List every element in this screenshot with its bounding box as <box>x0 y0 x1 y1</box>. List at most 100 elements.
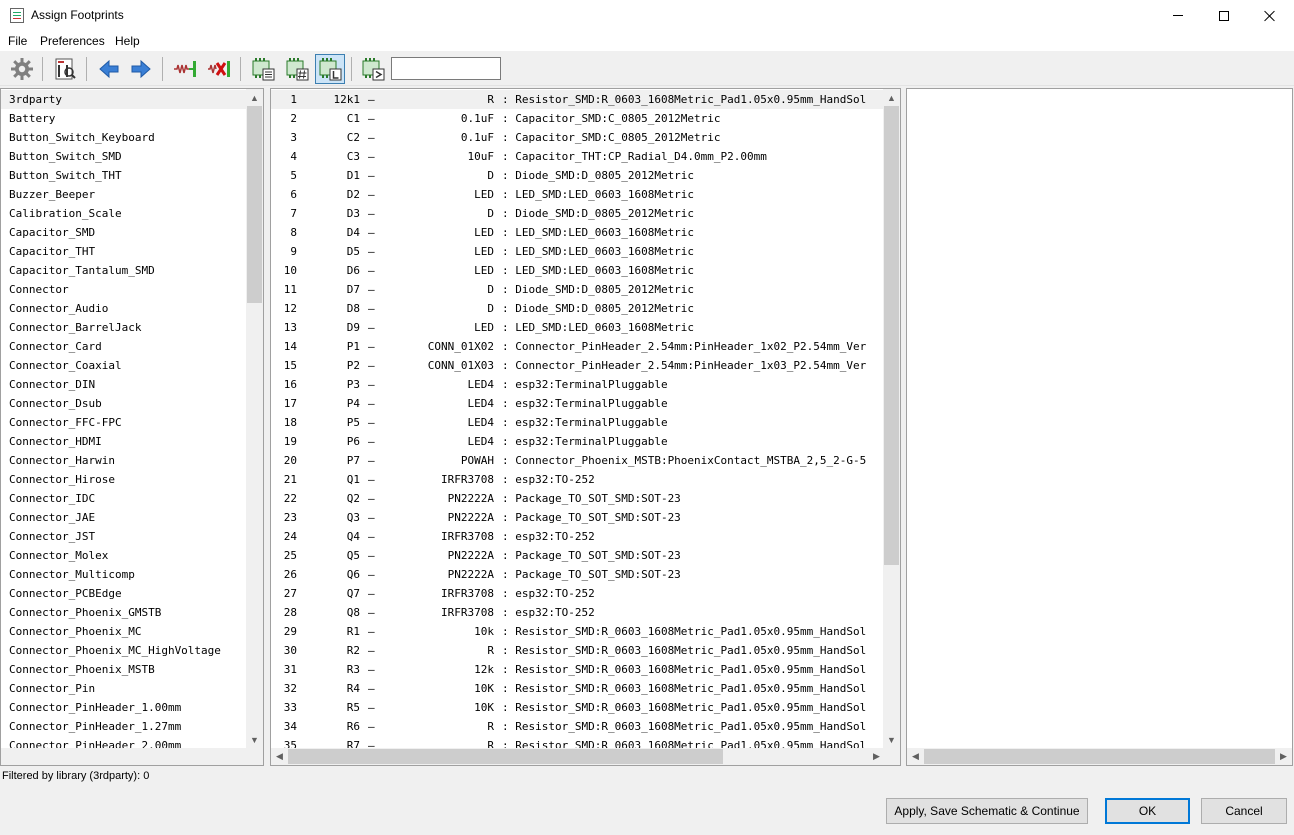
filter-by-keyword-icon[interactable] <box>248 54 278 84</box>
scroll-thumb[interactable] <box>884 106 899 565</box>
filter-by-pin-count-icon[interactable] <box>282 54 312 84</box>
apply-save-continue-button[interactable]: Apply, Save Schematic & Continue <box>886 798 1088 824</box>
library-item[interactable]: Connector_FFC-FPC <box>1 413 246 432</box>
library-item[interactable]: 3rdparty <box>1 90 246 109</box>
associate-icon[interactable] <box>170 54 200 84</box>
maximize-button[interactable] <box>1201 0 1247 31</box>
library-item[interactable]: Connector_Card <box>1 337 246 356</box>
component-row[interactable]: 18 P5– LED4: esp32:TerminalPluggable <box>271 413 883 432</box>
library-item[interactable]: Connector_DIN <box>1 375 246 394</box>
library-item[interactable]: Buzzer_Beeper <box>1 185 246 204</box>
library-item[interactable]: Connector_JST <box>1 527 246 546</box>
menu-file[interactable]: File <box>8 34 27 48</box>
menu-preferences[interactable]: Preferences <box>40 34 105 48</box>
component-row[interactable]: 30 R2– R: Resistor_SMD:R_0603_1608Metric_P… <box>271 641 883 660</box>
component-row[interactable]: 23 Q3– PN2222A: Package_TO_SOT_SMD:SOT-23 <box>271 508 883 527</box>
component-row[interactable]: 25 Q5– PN2222A: Package_TO_SOT_SMD:SOT-23 <box>271 546 883 565</box>
filter-by-text-icon[interactable] <box>358 54 388 84</box>
component-row[interactable]: 11 D7– D: Diode_SMD:D_0805_2012Metric <box>271 280 883 299</box>
component-row[interactable]: 3 C2– 0.1uF: Capacitor_SMD:C_0805_2012Metr… <box>271 128 883 147</box>
component-row[interactable]: 34 R6– R: Resistor_SMD:R_0603_1608Metric_P… <box>271 717 883 736</box>
previous-arrow-icon[interactable] <box>94 54 124 84</box>
library-list[interactable]: 3rdparty Battery Button_Switch_Keyboard But… <box>1 90 246 748</box>
library-item[interactable]: Connector_Harwin <box>1 451 246 470</box>
library-item[interactable]: Connector_Molex <box>1 546 246 565</box>
component-row[interactable]: 20 P7– POWAH: Connector_Phoenix_MSTB:Phoen… <box>271 451 883 470</box>
component-row[interactable]: 16 P3– LED4: esp32:TerminalPluggable <box>271 375 883 394</box>
library-item[interactable]: Battery <box>1 109 246 128</box>
minimize-button[interactable] <box>1155 0 1201 31</box>
cancel-button[interactable]: Cancel <box>1201 798 1287 824</box>
library-item[interactable]: Connector <box>1 280 246 299</box>
component-vertical-scrollbar[interactable]: ▲ ▼ <box>883 89 900 748</box>
library-item[interactable]: Connector_PCBEdge <box>1 584 246 603</box>
component-row[interactable]: 5 D1– D: Diode_SMD:D_0805_2012Metric <box>271 166 883 185</box>
library-vertical-scrollbar[interactable]: ▲ ▼ <box>246 89 263 748</box>
delete-associations-icon[interactable] <box>204 54 234 84</box>
library-item[interactable]: Capacitor_SMD <box>1 223 246 242</box>
library-item[interactable]: Button_Switch_Keyboard <box>1 128 246 147</box>
component-row[interactable]: 13 D9– LED: LED_SMD:LED_0603_1608Metric <box>271 318 883 337</box>
library-item[interactable]: Connector_Phoenix_MC_HighVoltage <box>1 641 246 660</box>
component-row[interactable]: 24 Q4– IRFR3708: esp32:TO-252 <box>271 527 883 546</box>
scroll-down-icon[interactable]: ▼ <box>883 731 900 748</box>
component-row[interactable]: 31 R3– 12k: Resistor_SMD:R_0603_1608Metric… <box>271 660 883 679</box>
component-row[interactable]: 21 Q1– IRFR3708: esp32:TO-252 <box>271 470 883 489</box>
library-item[interactable]: Connector_IDC <box>1 489 246 508</box>
datasheet-view-icon[interactable] <box>50 54 80 84</box>
library-item[interactable]: Capacitor_THT <box>1 242 246 261</box>
filter-text-input[interactable] <box>391 57 501 80</box>
library-item[interactable]: Connector_Multicomp <box>1 565 246 584</box>
library-item[interactable]: Connector_Coaxial <box>1 356 246 375</box>
component-row[interactable]: 33 R5– 10K: Resistor_SMD:R_0603_1608Metric… <box>271 698 883 717</box>
scroll-right-icon[interactable]: ▶ <box>1275 748 1292 765</box>
component-row[interactable]: 29 R1– 10k: Resistor_SMD:R_0603_1608Metric… <box>271 622 883 641</box>
component-row[interactable]: 4 C3– 10uF: Capacitor_THT:CP_Radial_D4.0mm… <box>271 147 883 166</box>
component-row[interactable]: 9 D5– LED: LED_SMD:LED_0603_1608Metric <box>271 242 883 261</box>
library-item[interactable]: Connector_BarrelJack <box>1 318 246 337</box>
component-row[interactable]: 27 Q7– IRFR3708: esp32:TO-252 <box>271 584 883 603</box>
next-arrow-icon[interactable] <box>126 54 156 84</box>
scroll-left-icon[interactable]: ◀ <box>271 748 288 765</box>
scroll-up-icon[interactable]: ▲ <box>883 89 900 106</box>
component-row[interactable]: 28 Q8– IRFR3708: esp32:TO-252 <box>271 603 883 622</box>
menu-help[interactable]: Help <box>115 34 140 48</box>
component-row[interactable]: 6 D2– LED: LED_SMD:LED_0603_1608Metric <box>271 185 883 204</box>
library-item[interactable]: Button_Switch_SMD <box>1 147 246 166</box>
library-item[interactable]: Connector_HDMI <box>1 432 246 451</box>
library-item[interactable]: Connector_Phoenix_MSTB <box>1 660 246 679</box>
library-item[interactable]: Button_Switch_THT <box>1 166 246 185</box>
component-horizontal-scrollbar[interactable]: ◀ ▶ <box>271 748 885 765</box>
filter-by-library-icon[interactable] <box>315 54 345 84</box>
component-row[interactable]: 14 P1– CONN_01X02: Connector_PinHeader_2.5… <box>271 337 883 356</box>
ok-button[interactable]: OK <box>1105 798 1190 824</box>
library-item[interactable]: Connector_PinHeader_1.00mm <box>1 698 246 717</box>
component-row[interactable]: 10 D6– LED: LED_SMD:LED_0603_1608Metric <box>271 261 883 280</box>
library-item[interactable]: Connector_PinHeader_2.00mm <box>1 736 246 748</box>
footprint-list[interactable] <box>907 90 1275 748</box>
component-row[interactable]: 22 Q2– PN2222A: Package_TO_SOT_SMD:SOT-23 <box>271 489 883 508</box>
scroll-left-icon[interactable]: ◀ <box>907 748 924 765</box>
component-row[interactable]: 7 D3– D: Diode_SMD:D_0805_2012Metric <box>271 204 883 223</box>
scroll-down-icon[interactable]: ▼ <box>246 731 263 748</box>
component-list[interactable]: 1 12k1– R: Resistor_SMD:R_0603_1608Metric_… <box>271 90 883 748</box>
library-item[interactable]: Connector_Hirose <box>1 470 246 489</box>
library-horizontal-scrollbar[interactable] <box>1 748 248 765</box>
component-row[interactable]: 35 R7– R: Resistor_SMD:R_0603_1608Metric_P… <box>271 736 883 748</box>
library-item[interactable]: Connector_Dsub <box>1 394 246 413</box>
component-row[interactable]: 8 D4– LED: LED_SMD:LED_0603_1608Metric <box>271 223 883 242</box>
component-row[interactable]: 1 12k1– R: Resistor_SMD:R_0603_1608Metric_… <box>271 90 883 109</box>
library-item[interactable]: Connector_Pin <box>1 679 246 698</box>
footprint-horizontal-scrollbar[interactable]: ◀ ▶ <box>907 748 1292 765</box>
component-row[interactable]: 26 Q6– PN2222A: Package_TO_SOT_SMD:SOT-23 <box>271 565 883 584</box>
library-item[interactable]: Capacitor_Tantalum_SMD <box>1 261 246 280</box>
scroll-thumb[interactable] <box>288 749 723 764</box>
library-item[interactable]: Connector_PinHeader_1.27mm <box>1 717 246 736</box>
library-item[interactable]: Connector_Audio <box>1 299 246 318</box>
scroll-up-icon[interactable]: ▲ <box>246 89 263 106</box>
library-item[interactable]: Connector_Phoenix_MC <box>1 622 246 641</box>
close-button[interactable] <box>1247 0 1293 31</box>
library-item[interactable]: Calibration_Scale <box>1 204 246 223</box>
library-item[interactable]: Connector_Phoenix_GMSTB <box>1 603 246 622</box>
component-row[interactable]: 12 D8– D: Diode_SMD:D_0805_2012Metric <box>271 299 883 318</box>
